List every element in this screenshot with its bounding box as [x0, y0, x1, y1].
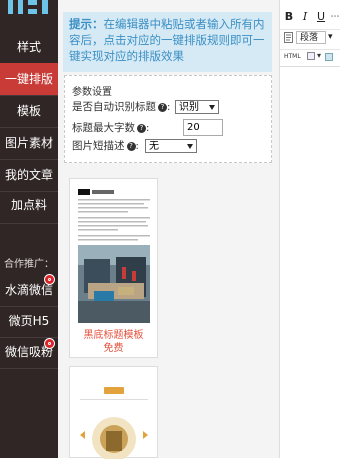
sidebar-item-one-click-layout[interactable]: 一键排版 — [0, 63, 58, 95]
sidebar-item-template[interactable]: 模板 — [0, 95, 58, 127]
sidebar-item-extras[interactable]: 加点料 — [0, 189, 58, 221]
partner-label: 合作推广： — [4, 259, 54, 270]
params-title: 参数设置 — [72, 87, 112, 98]
template-price: 免费 — [103, 343, 124, 354]
max-chars-input[interactable]: 20 — [183, 119, 223, 136]
weibo-badge-icon — [44, 274, 55, 285]
max-chars-row: 标题最大字数?: — [72, 122, 150, 134]
underline-button[interactable]: U — [314, 8, 328, 26]
image-icon[interactable] — [325, 53, 333, 61]
template-preview-image — [78, 187, 150, 327]
auto-title-value: 识别 — [179, 102, 199, 113]
sidebar-item-image-assets[interactable]: 图片素材 — [0, 127, 58, 159]
editor-content-area[interactable] — [280, 66, 340, 459]
help-icon[interactable]: ? — [158, 102, 167, 112]
img-desc-label: 图片短描述 — [72, 140, 125, 152]
auto-title-select[interactable]: 识别 — [175, 100, 219, 114]
html-button[interactable]: HTML — [284, 53, 301, 60]
sidebar-item-my-articles[interactable]: 我的文章 — [0, 159, 58, 191]
auto-title-label: 是否自动识别标题 — [72, 101, 156, 113]
help-icon[interactable]: ? — [126, 141, 136, 151]
paragraph-toolbar: 段落 ▾ — [280, 29, 340, 46]
chevron-down-icon[interactable]: ▾ — [317, 51, 321, 60]
img-desc-row: 图片短描述?: — [72, 140, 139, 152]
template-preview-image — [80, 387, 148, 459]
promo-micro-h5[interactable]: 微页H5 — [0, 306, 58, 336]
img-desc-value: 无 — [149, 141, 159, 152]
params-box: 参数设置 是否自动识别标题?: 识别 标题最大字数?: 20 图片短描述?: 无 — [64, 75, 272, 163]
paragraph-select[interactable]: 段落 — [296, 31, 326, 44]
tip-box: 提示：在编辑器中粘贴或者输入所有内容后，点击对应的一键排版规则即可一键实现对应的… — [63, 12, 272, 72]
paragraph-select-value: 段落 — [300, 33, 319, 43]
insert-icon[interactable] — [307, 52, 315, 60]
divider — [0, 368, 58, 369]
img-desc-select[interactable]: 无 — [145, 139, 197, 153]
dropdown-arrow-icon — [209, 105, 215, 110]
brand-logo[interactable] — [8, 0, 50, 22]
weibo-badge-icon — [44, 338, 55, 349]
divider — [0, 223, 58, 224]
document-icon[interactable] — [284, 32, 293, 43]
sidebar-item-style[interactable]: 样式 — [0, 31, 58, 63]
format-toolbar: B I U ⋯ — [280, 8, 340, 26]
template-name: 黑底标题模板 — [83, 330, 144, 341]
rich-text-editor: B I U ⋯ 段落 ▾ HTML ▾ — [279, 0, 340, 458]
dropdown-arrow-icon — [187, 144, 193, 149]
auto-title-row: 是否自动识别标题?: — [72, 101, 171, 113]
template-card[interactable]: 黑底标题模板 免费 — [69, 178, 158, 358]
tip-heading: 提示： — [69, 17, 104, 31]
italic-button[interactable]: I — [298, 8, 312, 26]
max-chars-label: 标题最大字数 — [72, 122, 135, 134]
chevron-down-icon[interactable]: ▾ — [328, 32, 333, 42]
template-card[interactable] — [69, 366, 158, 459]
sidebar: 样式 一键排版 模板 图片素材 我的文章 加点料 合作推广： 水滴微信 微页H5… — [0, 0, 58, 458]
bold-button[interactable]: B — [282, 8, 296, 26]
help-icon[interactable]: ? — [137, 123, 146, 133]
more-format-button[interactable]: ⋯ — [330, 8, 340, 26]
html-toolbar: HTML ▾ — [280, 49, 340, 64]
